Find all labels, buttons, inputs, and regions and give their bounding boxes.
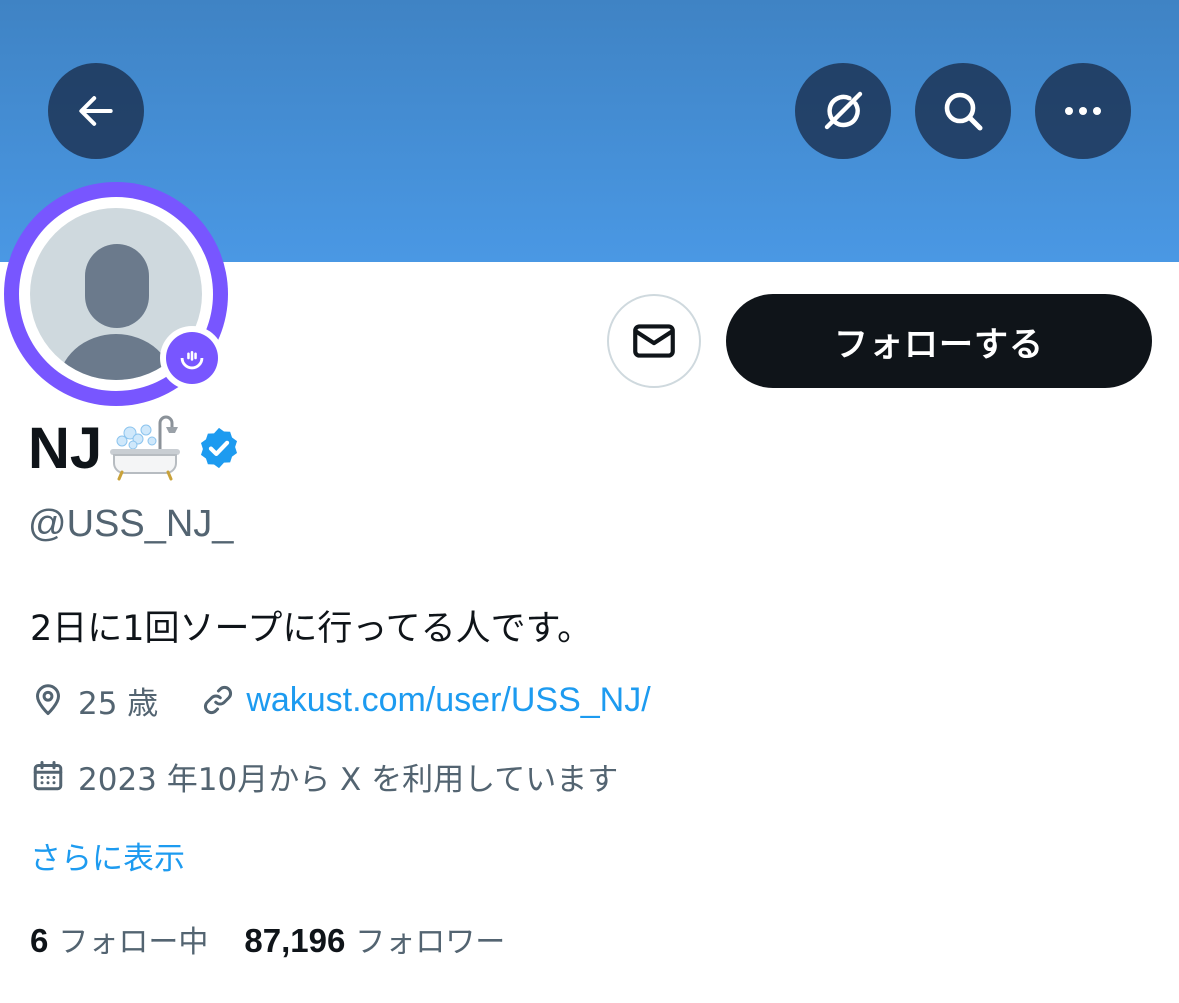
profile-joined-row: 2023 年10月から X を利用しています — [30, 756, 619, 798]
followers-count: 87,196 — [244, 922, 346, 959]
grok-button[interactable] — [795, 63, 891, 159]
follow-button[interactable]: フォローする — [726, 294, 1152, 388]
link-icon — [204, 686, 233, 714]
profile-handle: @USS_NJ_ — [28, 503, 234, 545]
back-button[interactable] — [48, 63, 144, 159]
grok-icon — [824, 91, 863, 130]
following-link[interactable]: 6 フォロー中 — [30, 917, 208, 961]
spaces-icon — [180, 351, 204, 370]
profile-meta-row: 25 歳 wakust.com/user/USS_NJ/ — [30, 680, 651, 722]
profile-bio: 2日に1回ソープに行ってる人です。 — [30, 609, 593, 649]
profile-location: 25 歳 — [78, 685, 159, 722]
following-count: 6 — [30, 922, 49, 959]
verified-badge-icon[interactable] — [196, 425, 242, 471]
display-name: NJ — [28, 415, 103, 481]
spaces-badge — [160, 326, 224, 390]
bathtub-icon — [110, 415, 181, 481]
location-pin-icon — [36, 684, 60, 715]
arrow-left-icon — [79, 96, 113, 126]
following-label: フォロー中 — [58, 925, 209, 960]
search-icon — [944, 92, 983, 131]
show-more-link[interactable]: さらに表示 — [30, 833, 185, 878]
profile-joined-date: 2023 年10月から X を利用しています — [78, 761, 619, 798]
followers-label: フォロワー — [355, 925, 506, 960]
follow-stats: 6 フォロー中 87,196 フォロワー — [30, 917, 505, 961]
profile-website-link[interactable]: wakust.com/user/USS_NJ/ — [246, 681, 650, 720]
more-button[interactable] — [1035, 63, 1131, 159]
message-button[interactable] — [607, 294, 701, 388]
mail-icon — [633, 324, 675, 358]
profile-name-row: NJ — [28, 408, 242, 488]
more-horizontal-icon — [1065, 107, 1101, 115]
followers-link[interactable]: 87,196 フォロワー — [244, 917, 505, 961]
calendar-icon — [33, 761, 63, 791]
search-button[interactable] — [915, 63, 1011, 159]
